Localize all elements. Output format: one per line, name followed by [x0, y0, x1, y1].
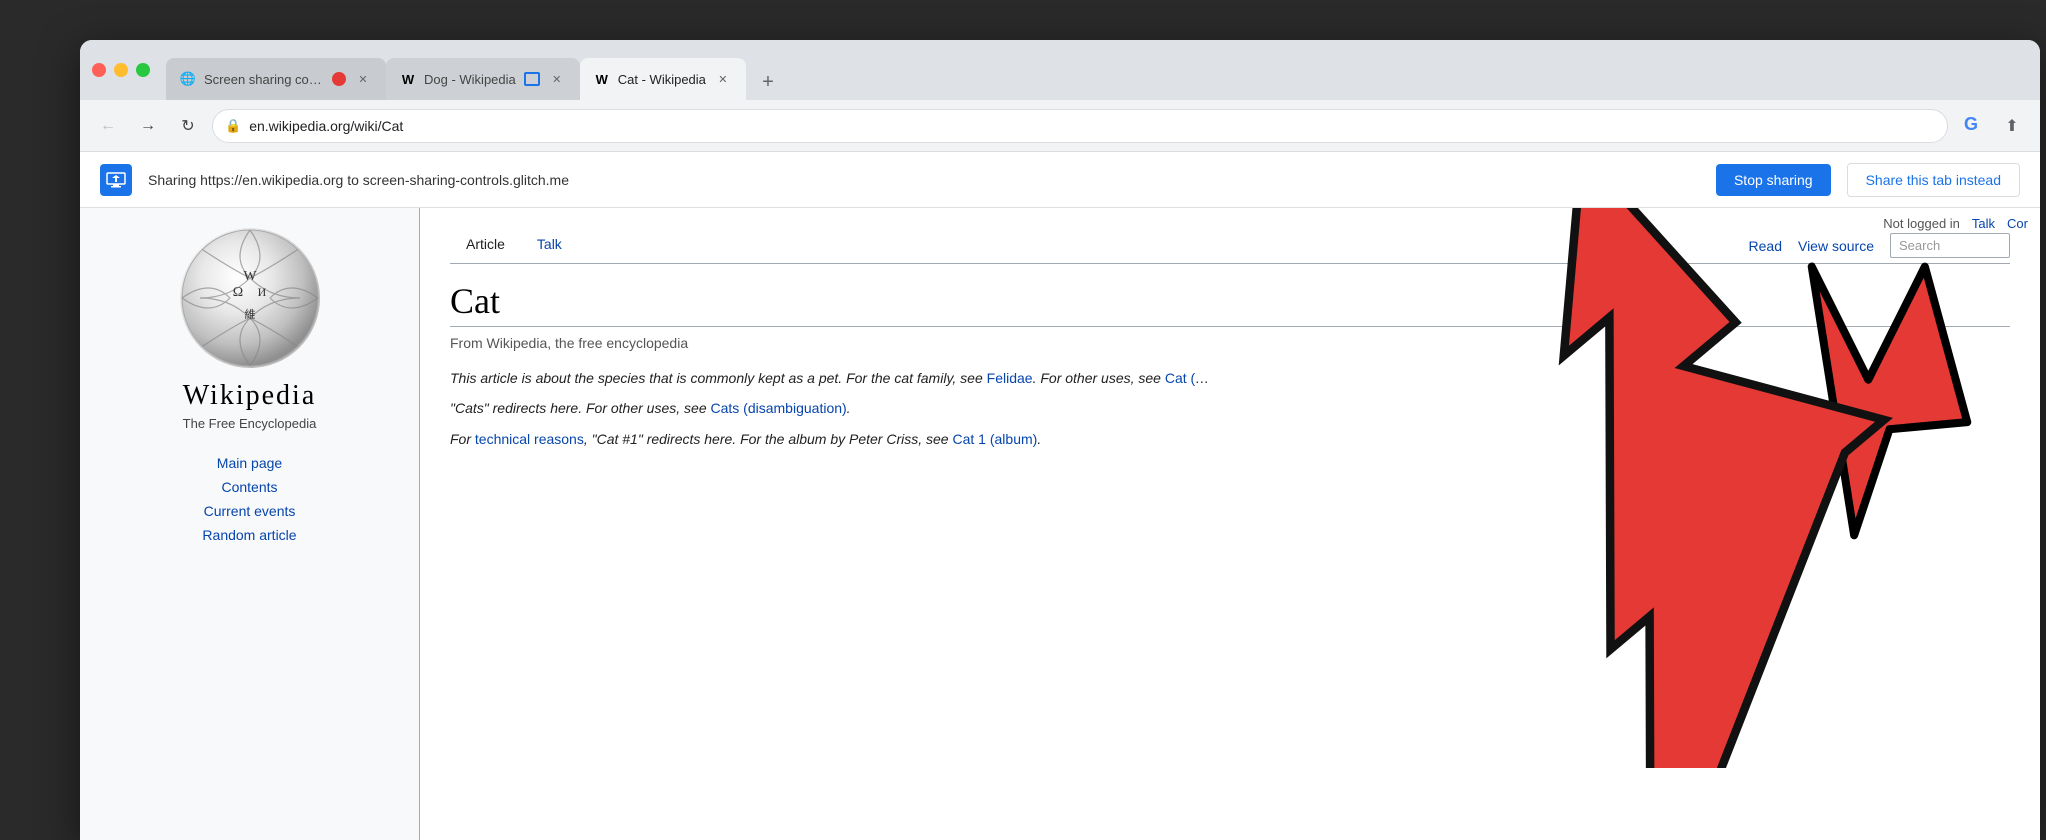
reload-button[interactable]: ↻ [172, 110, 204, 142]
wiki-main-content: Not logged in Talk Cor Article Talk Read… [420, 208, 2040, 840]
new-tab-button[interactable]: + [750, 64, 786, 100]
forward-button[interactable]: → [132, 110, 164, 142]
wiki-sidebar: Ω И 維 W Wikipedia The Free Encyclopedia … [80, 208, 420, 840]
article-subtitle: From Wikipedia, the free encyclopedia [450, 335, 2010, 351]
talk-link[interactable]: Talk [1972, 216, 1995, 231]
tab-screen-sharing-title: Screen sharing controls [204, 72, 324, 87]
tab-cat-wikipedia-close[interactable]: ✕ [714, 70, 732, 88]
tab-cat-wikipedia-title: Cat - Wikipedia [618, 72, 706, 87]
wiki-tab-article[interactable]: Article [450, 228, 521, 263]
share-badge-icon [524, 72, 540, 86]
svg-text:W: W [243, 269, 257, 284]
svg-text:維: 維 [244, 308, 255, 321]
wikipedia-icon-cat: W [594, 71, 610, 87]
wiki-top-right-links: Not logged in Talk Cor [1871, 208, 2040, 239]
wiki-article-tab-bar: Article Talk Read View source Search [450, 228, 2010, 264]
tab-dog-wikipedia-close[interactable]: ✕ [548, 70, 566, 88]
share-page-button[interactable]: ⬆ [1996, 110, 2028, 142]
svg-text:Ω: Ω [232, 285, 242, 300]
browser-window: 🌐 Screen sharing controls ✕ W Dog - Wiki… [80, 40, 2040, 840]
share-tab-button[interactable]: Share this tab instead [1847, 163, 2020, 197]
tab-dog-wikipedia-title: Dog - Wikipedia [424, 72, 516, 87]
sharing-text: Sharing https://en.wikipedia.org to scre… [148, 172, 1700, 188]
sharing-banner-icon [100, 164, 132, 196]
not-logged-in-text: Not logged in [1883, 216, 1960, 231]
wikipedia-logo-text: Wikipedia [183, 380, 317, 412]
tabs-container: 🌐 Screen sharing controls ✕ W Dog - Wiki… [166, 40, 2028, 100]
maximize-button[interactable] [136, 63, 150, 77]
cor-text: Cor [2007, 216, 2028, 231]
address-bar-area: ← → ↻ 🔒 en.wikipedia.org/wiki/Cat G ⬆ [80, 100, 2040, 152]
back-button[interactable]: ← [92, 110, 124, 142]
article-body: This article is about the species that i… [450, 367, 2010, 450]
wikipedia-icon-dog: W [400, 71, 416, 87]
wiki-tabs: Article Talk [450, 228, 578, 263]
globe-icon: 🌐 [180, 71, 196, 87]
wiki-tab-talk[interactable]: Talk [521, 228, 578, 263]
close-button[interactable] [92, 63, 106, 77]
felidae-link[interactable]: Felidae [987, 370, 1033, 386]
tab-dog-wikipedia[interactable]: W Dog - Wikipedia ✕ [386, 58, 580, 100]
cats-disambiguation-link[interactable]: Cats (disambiguation) [711, 400, 847, 416]
article-paragraph-2: "Cats" redirects here. For other uses, s… [450, 397, 2010, 419]
stop-sharing-button[interactable]: Stop sharing [1716, 164, 1831, 196]
tab-screen-sharing-close[interactable]: ✕ [354, 70, 372, 88]
article-title: Cat [450, 280, 2010, 327]
article-paragraph-3: For technical reasons, "Cat #1" redirect… [450, 428, 2010, 450]
technical-reasons-link[interactable]: technical reasons [475, 431, 584, 447]
wikipedia-globe-logo: Ω И 維 W [180, 228, 320, 368]
lock-icon: 🔒 [225, 118, 241, 134]
address-bar[interactable]: 🔒 en.wikipedia.org/wiki/Cat [212, 109, 1948, 143]
content-area: Ω И 維 W Wikipedia The Free Encyclopedia … [80, 208, 2040, 840]
article-paragraph-1: This article is about the species that i… [450, 367, 2010, 389]
title-bar: 🌐 Screen sharing controls ✕ W Dog - Wiki… [80, 40, 2040, 100]
svg-text:G: G [1964, 114, 1978, 134]
wiki-nav-random[interactable]: Random article [202, 527, 296, 543]
cat1-album-link[interactable]: Cat 1 (album) [953, 431, 1038, 447]
minimize-button[interactable] [114, 63, 128, 77]
svg-text:И: И [257, 285, 266, 299]
traffic-lights [92, 63, 150, 77]
cat-link[interactable]: Cat ( [1165, 370, 1195, 386]
wiki-nav-current-events[interactable]: Current events [204, 503, 296, 519]
tab-cat-wikipedia[interactable]: W Cat - Wikipedia ✕ [580, 58, 746, 100]
google-icon: G [1964, 111, 1988, 140]
sharing-banner: Sharing https://en.wikipedia.org to scre… [80, 152, 2040, 208]
wiki-nav-main-page[interactable]: Main page [217, 455, 282, 471]
wikipedia-logo-subtitle: The Free Encyclopedia [183, 416, 317, 431]
tab-screen-sharing[interactable]: 🌐 Screen sharing controls ✕ [166, 58, 386, 100]
wiki-nav-contents[interactable]: Contents [221, 479, 277, 495]
wiki-view-source-action[interactable]: View source [1798, 238, 1874, 254]
address-text: en.wikipedia.org/wiki/Cat [249, 118, 403, 134]
screen-share-indicator [332, 72, 346, 86]
wiki-read-action[interactable]: Read [1749, 238, 1782, 254]
